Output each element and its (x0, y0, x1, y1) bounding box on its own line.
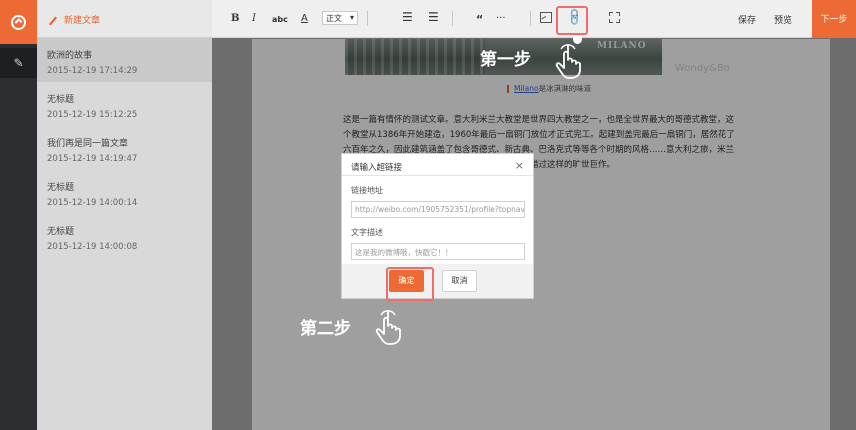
item-date: 2015-12-19 15:12:25 (47, 110, 138, 120)
app-logo-button[interactable] (0, 0, 37, 44)
link-text-label: 文字描述 (351, 228, 383, 237)
item-title: 欧洲的故事 (47, 51, 93, 61)
item-date: 2015-12-19 14:00:14 (47, 198, 138, 208)
pen-icon: ✎ (13, 56, 24, 70)
image-icon[interactable] (540, 12, 552, 23)
hand-pointer-icon (555, 44, 581, 79)
url-label: 链接地址 (351, 186, 383, 195)
horizontal-rule-button[interactable]: ··· (496, 13, 506, 24)
list-item[interactable]: 欧洲的故事 2015-12-19 17:14:29 (37, 38, 212, 82)
bold-button[interactable]: B (231, 13, 239, 24)
save-button[interactable]: 保存 (738, 13, 756, 26)
list-item[interactable]: 无标题 2015-12-19 14:00:08 (37, 214, 212, 258)
url-input[interactable]: http://weibo.com/1905752351/profile?topn… (351, 201, 525, 218)
link-text-input[interactable]: 这是我的微博哦，快戳它！！ (351, 243, 525, 260)
preview-button[interactable]: 预览 (774, 13, 792, 26)
list-item[interactable]: 无标题 2015-12-19 14:00:14 (37, 170, 212, 214)
dialog-footer: 确定 取消 (342, 264, 533, 298)
fullscreen-icon[interactable] (609, 12, 620, 23)
list-item[interactable]: 我们再是同一篇文章 2015-12-19 14:19:47 (37, 126, 212, 170)
close-icon[interactable]: × (515, 159, 524, 172)
toolbar-divider (530, 11, 531, 26)
new-article-label: 新建文章 (64, 16, 101, 26)
confirm-button-highlight (386, 267, 434, 301)
item-date: 2015-12-19 17:14:29 (47, 66, 138, 76)
underline-button[interactable]: A (301, 13, 308, 24)
cancel-button[interactable]: 取消 (442, 270, 477, 292)
quote-button[interactable]: “ (476, 13, 483, 26)
toolbar-divider (367, 11, 368, 26)
link-button-highlight (556, 6, 588, 35)
app-rail: ✎ (0, 0, 37, 430)
pen-icon (49, 16, 57, 25)
toolbar-divider (452, 11, 453, 26)
paragraph-style-select[interactable]: 正文 (322, 11, 358, 25)
italic-button[interactable]: I (252, 13, 256, 24)
bullet-list-icon[interactable]: ☰ (428, 10, 439, 24)
modal-overlay (212, 38, 856, 430)
hand-pointer-icon (375, 310, 401, 345)
step-two-callout: 第二步 (300, 319, 351, 339)
item-title: 无标题 (47, 227, 75, 237)
next-step-button[interactable]: 下一步 (812, 0, 856, 38)
item-title: 无标题 (47, 183, 75, 193)
list-item[interactable]: 无标题 2015-12-19 15:12:25 (37, 82, 212, 126)
editor-toolbar: B I abc A 正文 ☰ ☰ “ ··· 🔗 保存 预览 下一步 (212, 0, 856, 38)
write-mode-button[interactable]: ✎ (0, 48, 37, 78)
item-title: 我们再是同一篇文章 (47, 139, 129, 149)
article-list: 新建文章 欧洲的故事 2015-12-19 17:14:29 无标题 2015-12… (37, 0, 212, 430)
dialog-title: 请输入超链接 (342, 154, 533, 176)
new-article-button[interactable]: 新建文章 (37, 0, 212, 38)
item-date: 2015-12-19 14:19:47 (47, 154, 138, 164)
strikethrough-button[interactable]: abc (272, 15, 288, 24)
ordered-list-icon[interactable]: ☰ (402, 10, 413, 24)
circle-arrow-icon (11, 15, 26, 30)
item-title: 无标题 (47, 95, 75, 105)
insert-link-dialog: 请输入超链接 × 链接地址 http://weibo.com/190575235… (341, 153, 534, 299)
step-one-callout: 第一步 (480, 50, 531, 70)
item-date: 2015-12-19 14:00:08 (47, 242, 138, 252)
